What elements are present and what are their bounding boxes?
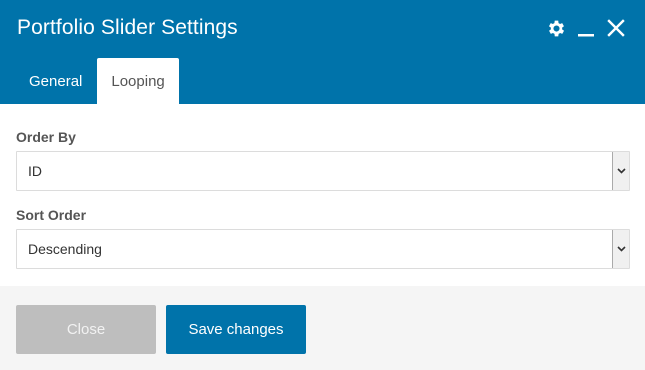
order-by-value: ID [28,163,42,179]
tab-bar: General Looping [15,58,179,104]
dialog-footer: Close Save changes [0,286,645,370]
sort-order-value: Descending [28,241,102,257]
order-by-label: Order By [16,129,76,145]
dialog-content: Order By ID Sort Order Descending [0,104,645,286]
header-controls [545,17,627,39]
dialog-title: Portfolio Slider Settings [17,16,238,39]
close-icon[interactable] [605,17,627,39]
minimize-icon[interactable] [575,17,597,39]
order-by-select[interactable]: ID [16,151,630,191]
sort-order-label: Sort Order [16,207,87,223]
save-changes-button[interactable]: Save changes [166,305,306,354]
chevron-down-icon[interactable] [612,230,629,268]
tab-looping[interactable]: Looping [97,58,179,104]
dialog-header: Portfolio Slider Settings General Loopin… [0,0,645,104]
chevron-down-icon[interactable] [612,152,629,190]
sort-order-select[interactable]: Descending [16,229,630,269]
close-button[interactable]: Close [16,305,156,354]
gear-icon[interactable] [545,17,567,39]
tab-general[interactable]: General [15,58,96,104]
